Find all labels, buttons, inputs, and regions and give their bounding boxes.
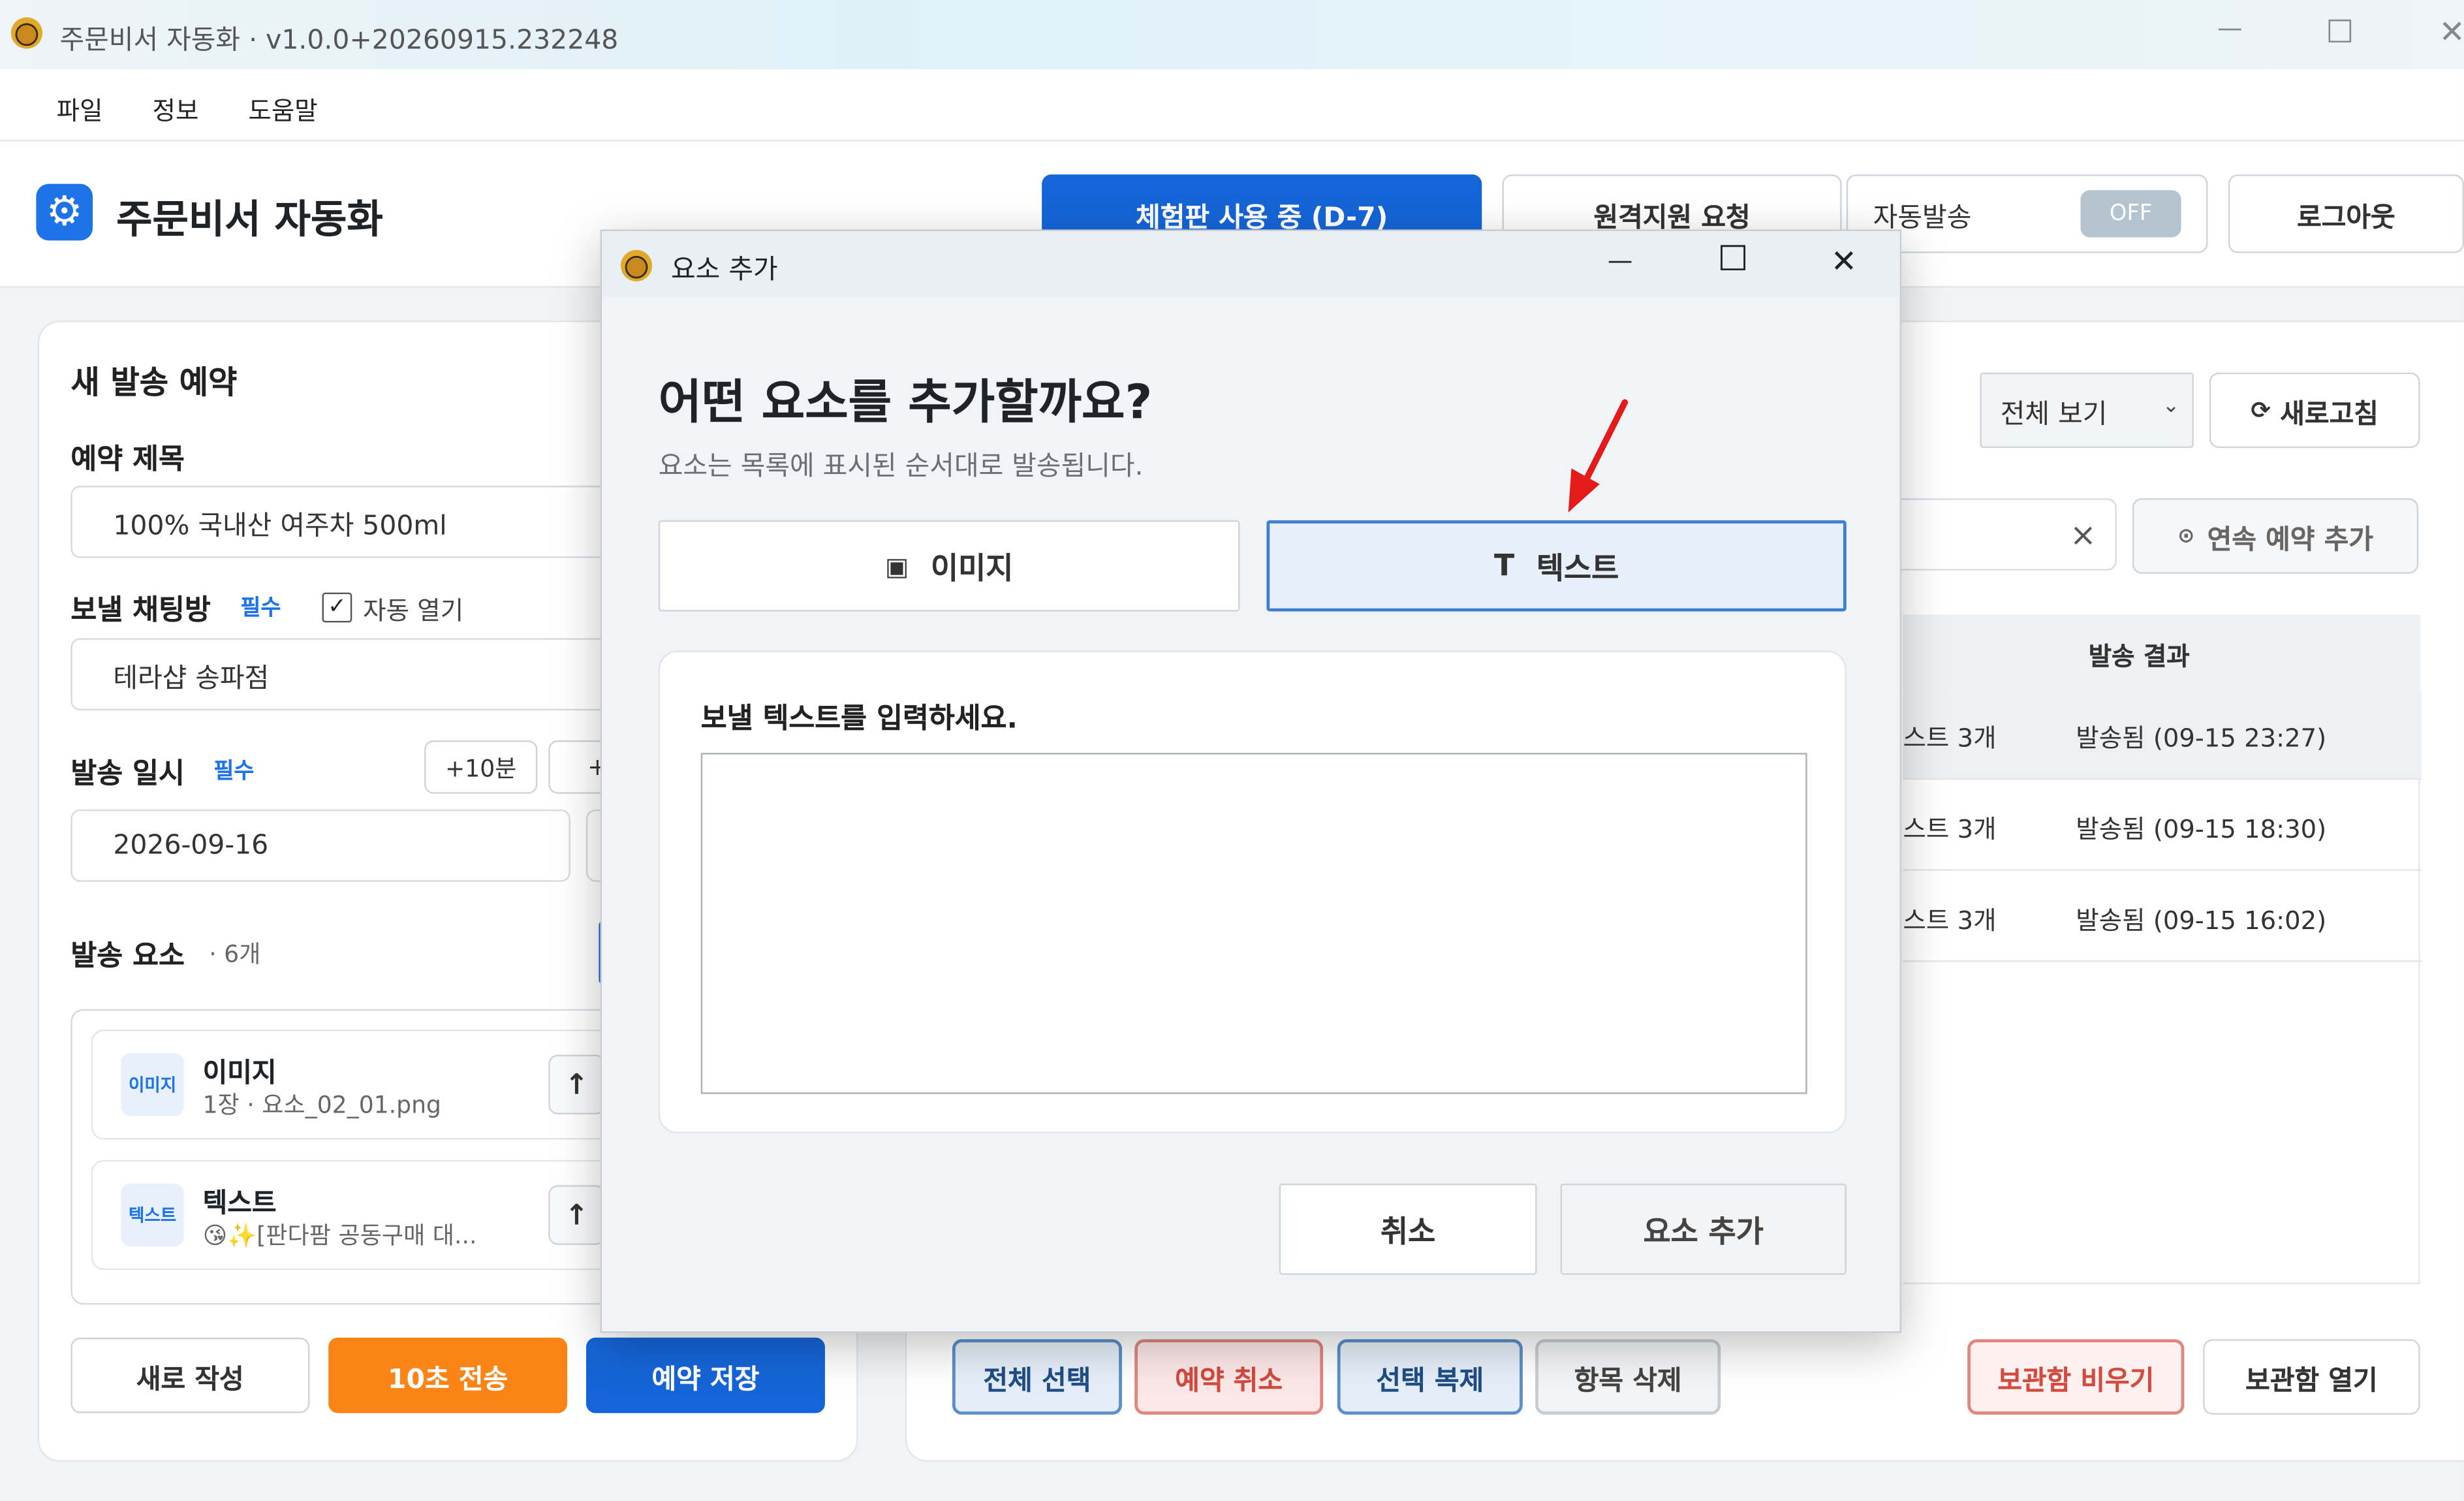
window-title: 주문비서 자동화 · v1.0.0+20260915.232248 [59, 25, 619, 57]
refresh-label: 새로고침 [2280, 398, 2378, 430]
elements-count: · 6개 [209, 940, 261, 969]
image-type-label: 이미지 [931, 550, 1014, 586]
circle-icon: ⊙ [2177, 524, 2195, 548]
date-input[interactable]: 2026-09-16 [70, 809, 570, 882]
auto-open-checkbox[interactable]: ✓ [322, 592, 352, 623]
dialog-subtitle: 요소는 목록에 표시된 순서대로 발송됩니다. [658, 450, 1144, 483]
text-prompt-label: 보낼 텍스트를 입력하세요. [700, 703, 1018, 736]
item-name: 텍스트 [202, 1188, 277, 1220]
row-summary: 스트 3개 [1903, 905, 1997, 936]
cancel-button[interactable]: 취소 [1279, 1183, 1537, 1275]
card-heading: 새 발송 예약 [70, 363, 238, 401]
auto-send-toggle[interactable]: OFF [2080, 190, 2181, 238]
text-icon: T [1494, 548, 1515, 584]
row-result: 발송됨 (09-15 23:27) [2076, 723, 2327, 753]
result-table: 발송 결과 스트 3개 발송됨 (09-15 23:27) 스트 3개 발송됨 … [1903, 614, 2422, 1284]
send-10s-button[interactable]: 10초 전송 [328, 1337, 568, 1414]
text-input-area[interactable] [700, 753, 1807, 1094]
table-row[interactable]: 스트 3개 발송됨 (09-15 18:30) [1903, 782, 2422, 871]
filter-value: 전체 보기 [2000, 398, 2108, 430]
elements-label: 발송 요소 [70, 940, 185, 973]
menu-info[interactable]: 정보 [153, 89, 199, 127]
dialog-title-bar: 요소 추가 — ☐ ✕ [602, 230, 1900, 298]
dialog-close-button[interactable]: ✕ [1831, 242, 1857, 280]
title-label: 예약 제목 [70, 443, 185, 477]
search-input[interactable]: × [1880, 498, 2117, 571]
row-result: 발송됨 (09-15 18:30) [2076, 814, 2327, 844]
table-header: 발송 결과 [1903, 614, 2420, 690]
delete-item-button[interactable]: 항목 삭제 [1535, 1339, 1721, 1415]
menu-help[interactable]: 도움말 [248, 89, 317, 127]
required-badge: 필수 [213, 759, 255, 785]
add-series-button[interactable]: ⊙ 연속 예약 추가 [2132, 498, 2419, 574]
save-reservation-button[interactable]: 예약 저장 [585, 1337, 825, 1414]
image-type-button[interactable]: ▣ 이미지 [658, 520, 1240, 612]
text-type-button[interactable]: T 텍스트 [1266, 520, 1847, 612]
clear-search-icon[interactable]: × [2070, 516, 2096, 554]
table-row[interactable]: 스트 3개 발송됨 (09-15 23:27) [1903, 689, 2422, 780]
dialog-heading: 어떤 요소를 추가할까요? [658, 375, 1153, 431]
refresh-button[interactable]: ⟳ 새로고침 [2209, 372, 2420, 449]
room-label: 보낼 채팅방 [70, 594, 211, 627]
arrow-head [1568, 468, 1600, 513]
cancel-reservation-button[interactable]: 예약 취소 [1134, 1339, 1324, 1415]
new-draft-button[interactable]: 새로 작성 [70, 1337, 310, 1414]
table-row[interactable]: 스트 3개 발송됨 (09-15 16:02) [1903, 872, 2422, 962]
plus-10min-button[interactable]: +10분 [424, 740, 538, 794]
red-arrow-annotation [1568, 399, 1629, 513]
item-name: 이미지 [202, 1058, 277, 1090]
add-element-confirm-button[interactable]: 요소 추가 [1560, 1183, 1847, 1275]
required-badge: 필수 [240, 595, 281, 621]
move-up-button[interactable]: ↑ [548, 1054, 605, 1114]
open-archive-button[interactable]: 보관함 열기 [2203, 1339, 2420, 1415]
row-summary: 스트 3개 [1903, 814, 1997, 844]
gear-icon: ⚙ [36, 183, 93, 241]
maximize-button[interactable]: ☐ [2326, 12, 2354, 50]
dialog-minimize-button[interactable]: — [1608, 245, 1633, 276]
menu-file[interactable]: 파일 [57, 89, 103, 127]
select-all-button[interactable]: 전체 선택 [952, 1339, 1122, 1415]
arrow-shaft [1580, 399, 1629, 488]
date-label: 발송 일시 [70, 757, 185, 791]
filter-select[interactable]: 전체 보기 ⌄ [1980, 372, 2194, 449]
image-tag: 이미지 [121, 1053, 184, 1116]
dialog-maximize-button[interactable]: ☐ [1717, 240, 1749, 279]
duplicate-button[interactable]: 선택 복제 [1337, 1339, 1523, 1415]
app-title: 주문비서 자동화 [116, 196, 383, 242]
minimize-button[interactable]: — [2217, 12, 2243, 42]
auto-open-label: 자동 열기 [363, 595, 464, 626]
move-up-button[interactable]: ↑ [548, 1185, 605, 1245]
row-summary: 스트 3개 [1903, 723, 1997, 753]
text-type-label: 텍스트 [1536, 550, 1619, 586]
text-entry-card: 보낼 텍스트를 입력하세요. [658, 650, 1847, 1133]
auto-send-label: 자동발송 [1873, 202, 1972, 234]
empty-archive-button[interactable]: 보관함 비우기 [1967, 1339, 2185, 1415]
menu-bar: 파일 정보 도움말 [0, 69, 2464, 142]
bee-icon [620, 249, 653, 281]
refresh-icon: ⟳ [2251, 396, 2271, 425]
logout-button[interactable]: 로그아웃 [2228, 174, 2464, 253]
title-bar: 주문비서 자동화 · v1.0.0+20260915.232248 — ☐ ✕ [0, 0, 2464, 69]
dialog-title: 요소 추가 [671, 255, 778, 287]
result-column-header: 발송 결과 [2088, 641, 2190, 672]
close-button[interactable]: ✕ [2439, 12, 2464, 50]
add-series-label: 연속 예약 추가 [2207, 524, 2374, 556]
text-tag: 텍스트 [121, 1183, 184, 1247]
image-icon: ▣ [884, 550, 909, 581]
add-element-dialog: 요소 추가 — ☐ ✕ 어떤 요소를 추가할까요? 요소는 목록에 표시된 순서… [600, 229, 1902, 1333]
item-desc: 😘✨[판다팜 공동구매 대... [202, 1221, 477, 1250]
row-result: 발송됨 (09-15 16:02) [2076, 905, 2327, 936]
item-desc: 1장 · 요소_02_01.png [202, 1090, 441, 1120]
chevron-down-icon: ⌄ [2162, 394, 2180, 419]
app-bee-icon [10, 17, 43, 49]
app-window: 주문비서 자동화 · v1.0.0+20260915.232248 — ☐ ✕ … [0, 0, 2464, 1501]
